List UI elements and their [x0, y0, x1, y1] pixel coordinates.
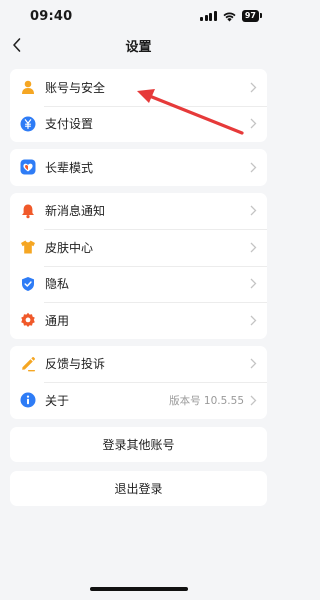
chevron-right-icon: [250, 242, 257, 253]
back-chevron-icon[interactable]: [10, 36, 24, 54]
row-label: 反馈与投诉: [45, 357, 106, 372]
switch-account-button[interactable]: 登录其他账号: [10, 426, 267, 462]
settings-group-general: 新消息通知 皮肤中心 隐私 通用: [10, 192, 267, 339]
row-elder-mode[interactable]: 长辈模式: [10, 149, 267, 186]
logout-button[interactable]: 退出登录: [10, 470, 267, 506]
row-about[interactable]: 关于 版本号 10.5.55: [10, 382, 267, 419]
chevron-right-icon: [250, 315, 257, 326]
cellular-signal-icon: [200, 11, 217, 21]
row-label: 关于: [45, 393, 70, 408]
bell-icon: [20, 203, 36, 219]
chevron-right-icon: [250, 162, 257, 173]
version-number: 版本号 10.5.55: [169, 394, 244, 407]
row-feedback[interactable]: 反馈与投诉: [10, 346, 267, 383]
tshirt-icon: [20, 239, 36, 255]
page-title: 设置: [125, 39, 152, 55]
row-skin-center[interactable]: 皮肤中心: [10, 229, 267, 266]
chevron-right-icon: [250, 278, 257, 289]
row-label: 新消息通知: [45, 204, 106, 219]
chevron-right-icon: [250, 358, 257, 369]
row-label: 皮肤中心: [45, 240, 94, 255]
row-privacy[interactable]: 隐私: [10, 265, 267, 303]
status-indicators: 97: [200, 10, 263, 22]
status-bar: 09:40 97: [0, 0, 277, 32]
row-label: 长辈模式: [45, 160, 94, 175]
chevron-right-icon: [250, 118, 257, 129]
status-time: 09:40: [30, 8, 73, 24]
nav-bar: 设置: [0, 32, 277, 58]
heart-icon: [20, 159, 36, 175]
battery-icon: 97: [241, 10, 263, 22]
chevron-right-icon: [250, 82, 257, 93]
info-icon: [20, 392, 36, 408]
gear-icon: [20, 312, 36, 328]
row-label: 通用: [45, 313, 70, 328]
row-account-security[interactable]: 账号与安全: [10, 69, 267, 106]
row-label: 账号与安全: [45, 80, 106, 95]
yen-icon: [20, 116, 36, 132]
settings-group-elder: 长辈模式: [10, 149, 267, 186]
row-label: 支付设置: [45, 117, 94, 132]
chevron-right-icon: [250, 395, 257, 406]
row-payment-settings[interactable]: 支付设置: [10, 105, 267, 143]
row-general[interactable]: 通用: [10, 302, 267, 339]
shield-check-icon: [20, 276, 36, 292]
home-indicator: [89, 587, 188, 591]
row-message-notification[interactable]: 新消息通知: [10, 193, 267, 230]
pencil-icon: [20, 356, 36, 372]
settings-group-account: 账号与安全 支付设置: [10, 69, 267, 142]
chevron-right-icon: [250, 205, 257, 216]
row-label: 隐私: [45, 277, 70, 292]
wifi-icon: [223, 11, 236, 22]
settings-group-about: 反馈与投诉 关于 版本号 10.5.55: [10, 345, 267, 419]
person-icon: [20, 79, 36, 95]
